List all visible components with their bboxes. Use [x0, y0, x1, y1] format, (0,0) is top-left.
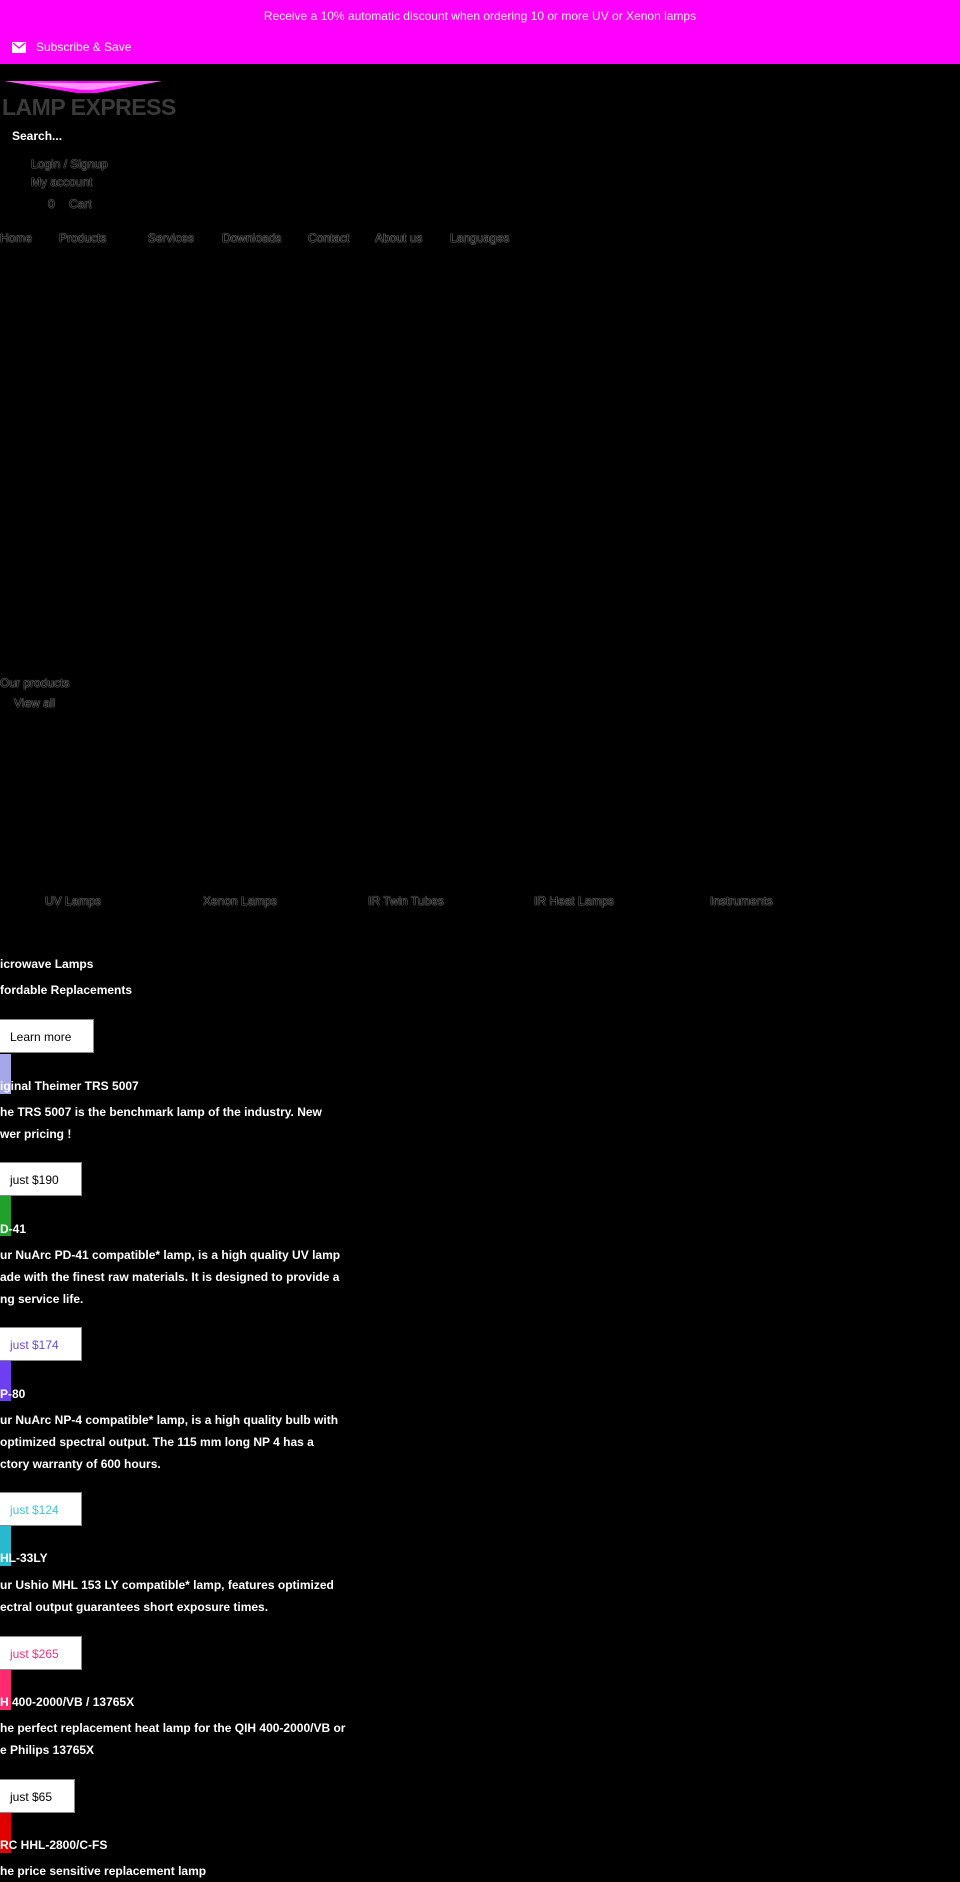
- category-instruments[interactable]: Instruments: [710, 894, 773, 908]
- nav-languages[interactable]: Languages: [450, 231, 509, 245]
- mail-icon: [12, 41, 26, 53]
- search-input[interactable]: Search...: [12, 129, 62, 143]
- product-description: ur Ushio MHL 153 LY compatible* lamp, fe…: [0, 1578, 334, 1614]
- product-description: ur NuArc NP-4 compatible* lamp, is a hig…: [0, 1413, 339, 1471]
- price-button[interactable]: just $124: [0, 1492, 82, 1526]
- nav-contact[interactable]: Contact: [308, 231, 349, 245]
- price-button[interactable]: just $190: [0, 1162, 82, 1196]
- category-ir-twin-tubes[interactable]: IR Twin Tubes: [368, 894, 444, 908]
- product-title: D-41: [0, 1222, 27, 1236]
- nav-about-us[interactable]: About us: [375, 231, 422, 245]
- product-title: P-80: [0, 1387, 26, 1401]
- nav-downloads[interactable]: Downloads: [222, 231, 281, 245]
- cart-link[interactable]: Cart: [69, 197, 92, 211]
- my-account-link[interactable]: My account: [31, 175, 92, 189]
- learn-more-button[interactable]: Learn more: [0, 1019, 94, 1053]
- price-button[interactable]: just $65: [0, 1779, 75, 1813]
- product-title: H 400-2000/VB / 13765X: [0, 1695, 135, 1709]
- logo-swoosh-icon: [4, 81, 162, 93]
- category-uv-lamps[interactable]: UV Lamps: [45, 894, 101, 908]
- product-title: iginal Theimer TRS 5007: [0, 1079, 139, 1093]
- product-description: he perfect replacement heat lamp for the…: [0, 1721, 346, 1757]
- nav-services[interactable]: Services: [148, 231, 194, 245]
- view-all-link[interactable]: View all: [14, 696, 55, 710]
- nav-products[interactable]: Products: [59, 231, 106, 245]
- product-title: HL-33LY: [0, 1551, 48, 1565]
- category-xenon-lamps[interactable]: Xenon Lamps: [203, 894, 277, 908]
- feature-title: icrowave Lamps: [0, 957, 94, 971]
- feature-subtitle: fordable Replacements: [0, 983, 133, 997]
- subscribe-link[interactable]: Subscribe & Save: [12, 40, 131, 54]
- nav-home[interactable]: Home: [0, 231, 32, 245]
- logo[interactable]: LAMP EXPRESS: [2, 79, 176, 120]
- product-description: he TRS 5007 is the benchmark lamp of the…: [0, 1105, 322, 1141]
- product-description: he price sensitive replacement lamp: [0, 1864, 207, 1878]
- cart-count[interactable]: 0: [48, 197, 55, 211]
- products-title: Our products: [0, 676, 70, 690]
- product-title: RC HHL-2800/C-FS: [0, 1838, 108, 1852]
- login-signup-link[interactable]: Login / Signup: [31, 157, 108, 171]
- price-button[interactable]: just $265: [0, 1636, 82, 1670]
- subscribe-label: Subscribe & Save: [36, 40, 132, 54]
- promo-text: Receive a 10% automatic discount when or…: [263, 9, 697, 23]
- price-button[interactable]: just $174: [0, 1327, 82, 1361]
- logo-text: LAMP EXPRESS: [2, 94, 176, 120]
- category-ir-heat-lamps[interactable]: IR Heat Lamps: [534, 894, 614, 908]
- product-description: ur NuArc PD-41 compatible* lamp, is a hi…: [0, 1248, 341, 1306]
